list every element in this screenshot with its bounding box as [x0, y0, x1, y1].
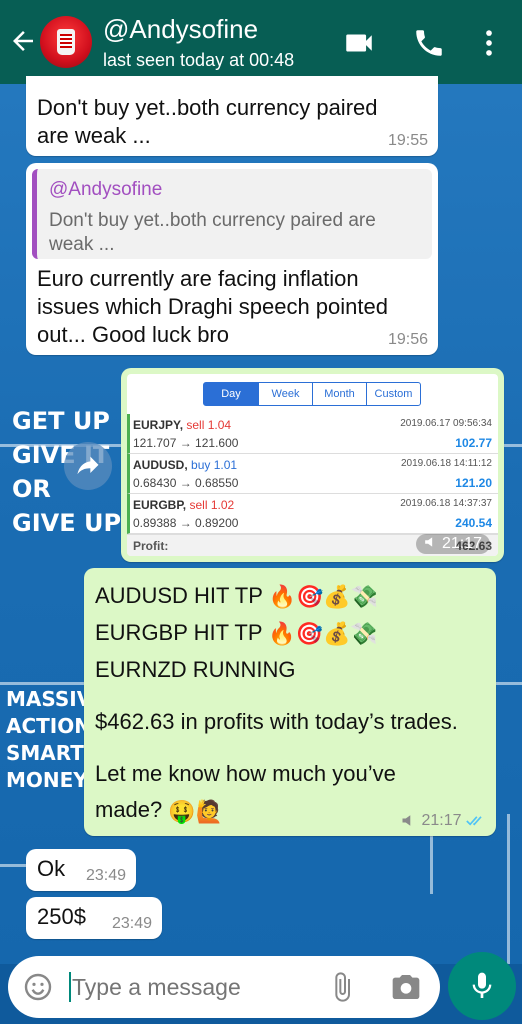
image-time-overlay: 21:17	[415, 534, 490, 554]
incoming-message[interactable]: 250$ 23:49	[26, 897, 162, 939]
video-call-icon[interactable]	[342, 26, 376, 60]
voice-record-button[interactable]	[448, 952, 516, 1020]
message-time: 23:49	[85, 867, 126, 884]
message-text: AUDUSD HIT TP 🔥🎯💰💸 EURGBP HIT TP 🔥🎯💰💸 EU…	[95, 578, 458, 830]
period-tabs: Day Week Month Custom	[203, 382, 421, 406]
trade-row: EURGBP, sell 1.02 2019.06.18 14:37:37 0.89…	[127, 494, 498, 534]
phone-icon[interactable]	[412, 26, 446, 60]
last-seen-status: last seen today at 00:48	[103, 50, 295, 70]
message-text: Euro currently are facing inflation issu…	[37, 266, 388, 347]
contact-name[interactable]: @Andysofine	[103, 14, 258, 45]
tab-custom[interactable]: Custom	[366, 383, 420, 405]
emoji-fire-target-moneybag: 🔥🎯💰💸	[268, 621, 378, 647]
outgoing-image-message[interactable]: Day Week Month Custom EURJPY, sell 1.04 2…	[121, 368, 504, 562]
back-arrow-icon[interactable]	[8, 26, 38, 56]
forward-icon	[77, 456, 99, 475]
message-time: 23:49	[111, 915, 152, 932]
trade-history-image[interactable]: Day Week Month Custom EURJPY, sell 1.04 2…	[127, 374, 498, 556]
incoming-message[interactable]: Ok 23:49	[26, 849, 136, 891]
tab-month[interactable]: Month	[312, 383, 366, 405]
emoji-fire-target-moneybag: 🔥🎯💰💸	[268, 584, 379, 610]
avatar[interactable]	[40, 16, 92, 68]
text-cursor	[69, 972, 71, 1002]
incoming-message[interactable]: Don't buy yet..both currency paired are …	[26, 76, 438, 156]
message-composer	[8, 956, 440, 1018]
incoming-reply-message[interactable]: @Andysofine Don't buy yet..both currency…	[26, 163, 438, 355]
tab-week[interactable]: Week	[258, 383, 312, 405]
mic-icon	[472, 972, 492, 998]
chat-header: @Andysofine last seen today at 00:48	[0, 0, 522, 84]
quote-text: Don't buy yet..both currency paired are …	[49, 210, 376, 255]
camera-icon[interactable]	[390, 971, 422, 1003]
trade-row: AUDUSD, buy 1.01 2019.06.18 14:11:12 0.684…	[127, 454, 498, 494]
message-text: 250$	[37, 904, 86, 929]
outgoing-message[interactable]: AUDUSD HIT TP 🔥🎯💰💸 EURGBP HIT TP 🔥🎯💰💸 EU…	[84, 568, 496, 836]
double-check-icon	[466, 816, 482, 826]
message-text: Ok	[37, 856, 66, 881]
emoji-money-face-raised-hand: 🤑🙋	[168, 798, 224, 824]
trade-row: EURJPY, sell 1.04 2019.06.17 09:56:34 121.…	[127, 414, 498, 454]
more-vert-icon[interactable]	[472, 26, 506, 60]
attach-icon[interactable]	[326, 971, 358, 1003]
speaker-icon	[402, 815, 411, 826]
emoji-icon[interactable]	[22, 971, 54, 1003]
message-text: Don't buy yet..both currency paired are …	[37, 95, 378, 148]
quoted-message[interactable]: @Andysofine Don't buy yet..both currency…	[32, 169, 432, 259]
forward-button[interactable]	[64, 442, 112, 490]
message-input[interactable]	[72, 969, 312, 1005]
tab-day[interactable]: Day	[204, 383, 258, 405]
message-meta: 21:17	[401, 812, 486, 830]
message-time: 19:55	[387, 132, 428, 149]
speaker-icon	[424, 534, 438, 547]
quote-author: @Andysofine	[49, 179, 163, 200]
message-time: 19:56	[387, 331, 428, 348]
